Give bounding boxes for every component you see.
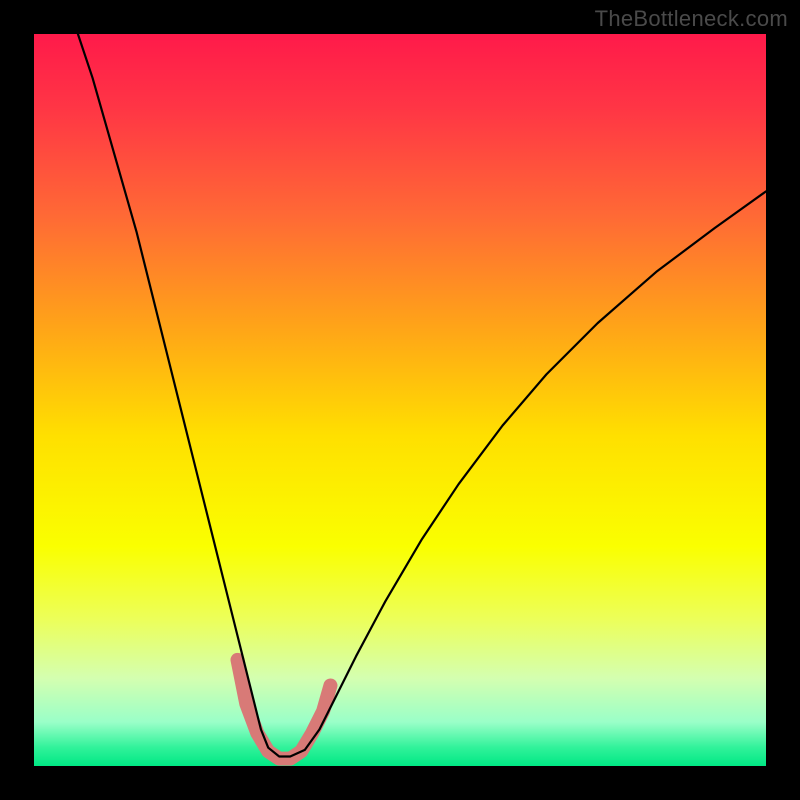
gradient-background — [34, 34, 766, 766]
plot-area — [34, 34, 766, 766]
watermark-text: TheBottleneck.com — [595, 6, 788, 32]
chart-frame: TheBottleneck.com — [0, 0, 800, 800]
plot-svg — [34, 34, 766, 766]
